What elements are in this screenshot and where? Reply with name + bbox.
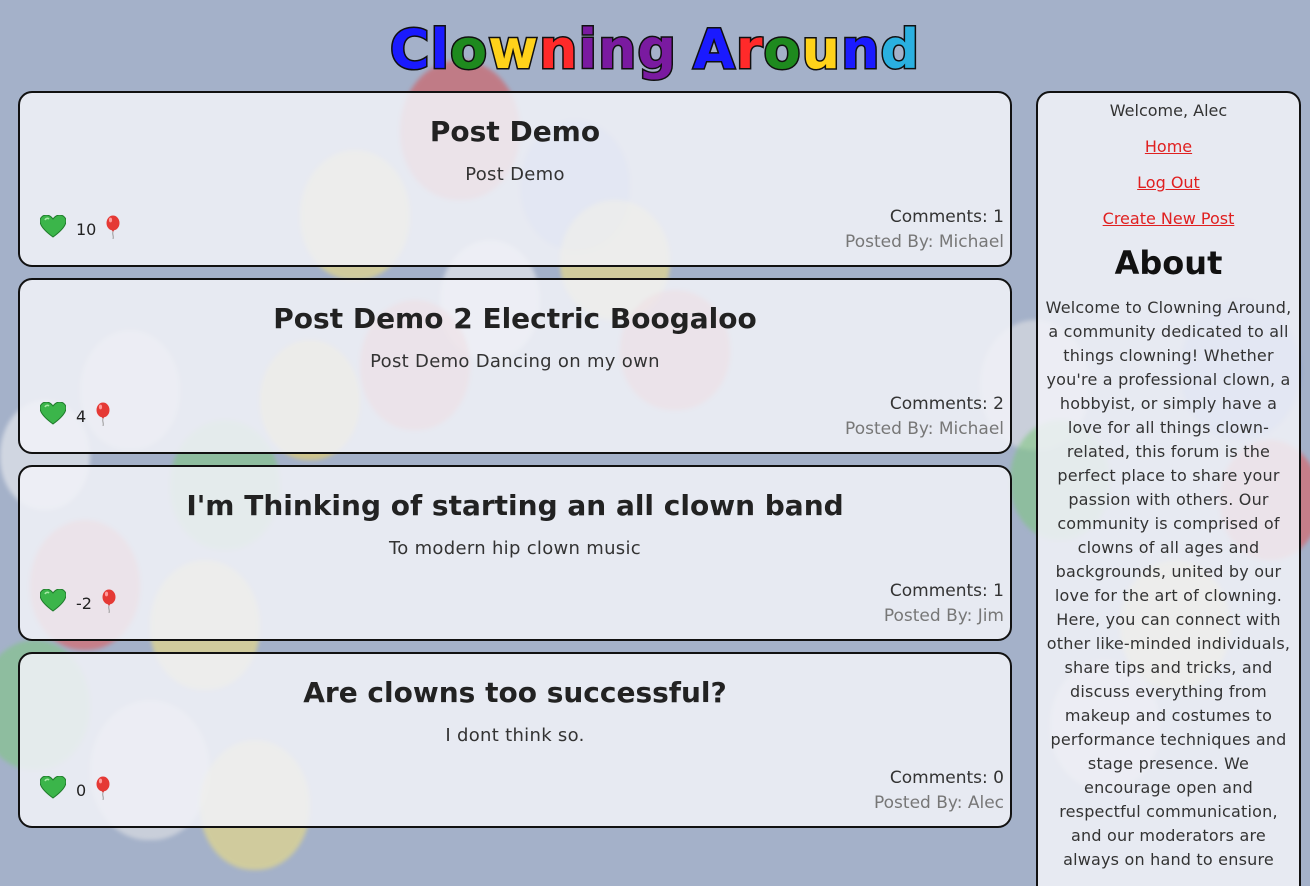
title-letter: w [487,17,540,83]
vote-count: -2 [76,593,92,613]
site-title: Clowning Around [0,17,1310,83]
title-letter: o [448,17,489,83]
title-letter: n [840,17,881,83]
title-letter: g [636,17,678,83]
title-letter: A [692,17,737,83]
title-letter: d [879,17,921,83]
vote-count: 10 [76,219,97,239]
comment-count[interactable]: Comments: 1 [884,579,1004,604]
red-balloon-icon[interactable] [96,776,110,804]
post-title[interactable]: Post Demo 2 Electric Boogaloo [20,280,1010,335]
home-link[interactable]: Home [1038,137,1299,156]
post-body: Post Demo Dancing on my own [370,351,660,372]
welcome-message: Welcome, Alec [1109,101,1228,120]
post-body: I dont think so. [445,725,585,746]
title-letter: n [537,17,579,83]
post-meta: Comments: 2 Posted By: Michael [845,392,1004,442]
title-letter: r [734,17,764,83]
posted-by: Posted By: Alec [874,793,1004,813]
green-heart-icon[interactable] [39,214,67,243]
post-meta: Comments: 0 Posted By: Alec [874,766,1004,816]
post-meta: Comments: 1 Posted By: Michael [845,205,1004,255]
post-title[interactable]: I'm Thinking of starting an all clown ba… [20,467,1010,522]
post-card[interactable]: Post Demo Post Demo 10 Comments: 1 Posted By… [18,91,1012,267]
post-title[interactable]: Post Demo [20,93,1010,148]
posted-by: Posted By: Jim [883,606,1004,626]
title-letter: l [429,17,450,83]
comment-count[interactable]: Comments: 0 [874,766,1004,791]
post-body: Post Demo [465,164,565,185]
post-card[interactable]: I'm Thinking of starting an all clown ba… [18,465,1012,641]
post-list: Post Demo Post Demo 10 Comments: 1 Posted By… [18,91,1012,839]
red-balloon-icon[interactable] [96,402,110,430]
log-out-link[interactable]: Log Out [1038,173,1299,192]
green-heart-icon[interactable] [39,775,67,804]
red-balloon-icon[interactable] [102,589,116,617]
post-meta: Comments: 1 Posted By: Jim [884,579,1004,629]
title-letter: C [388,17,431,83]
title-letter: o [762,17,802,83]
red-balloon-icon[interactable] [106,215,120,243]
vote-count: 0 [76,780,87,800]
sidebar: Welcome, Alec Home Log Out Create New Po… [1036,91,1301,886]
post-card[interactable]: Post Demo 2 Electric Boogaloo Post Demo D… [18,278,1012,454]
post-card[interactable]: Are clowns too successful? I dont think s… [18,652,1012,828]
vote-count: 4 [76,406,87,426]
green-heart-icon[interactable] [39,588,67,617]
posted-by: Posted By: Michael [845,419,1004,439]
title-letter: u [800,17,842,83]
title-letter: i [577,17,598,83]
post-title[interactable]: Are clowns too successful? [20,654,1010,709]
posted-by: Posted By: Michael [845,232,1004,252]
post-body: To modern hip clown music [389,538,641,559]
comment-count[interactable]: Comments: 1 [845,205,1004,230]
green-heart-icon[interactable] [39,401,67,430]
vote-controls: 10 [39,214,120,243]
vote-controls: 0 [39,775,110,804]
comment-count[interactable]: Comments: 2 [845,392,1004,417]
about-text: Welcome to Clowning Around, a community … [1045,298,1292,869]
about-heading: About [1114,244,1223,282]
title-letter: n [596,17,638,83]
vote-controls: 4 [39,401,110,430]
create-new-post-link[interactable]: Create New Post [1038,209,1299,228]
vote-controls: -2 [39,588,116,617]
